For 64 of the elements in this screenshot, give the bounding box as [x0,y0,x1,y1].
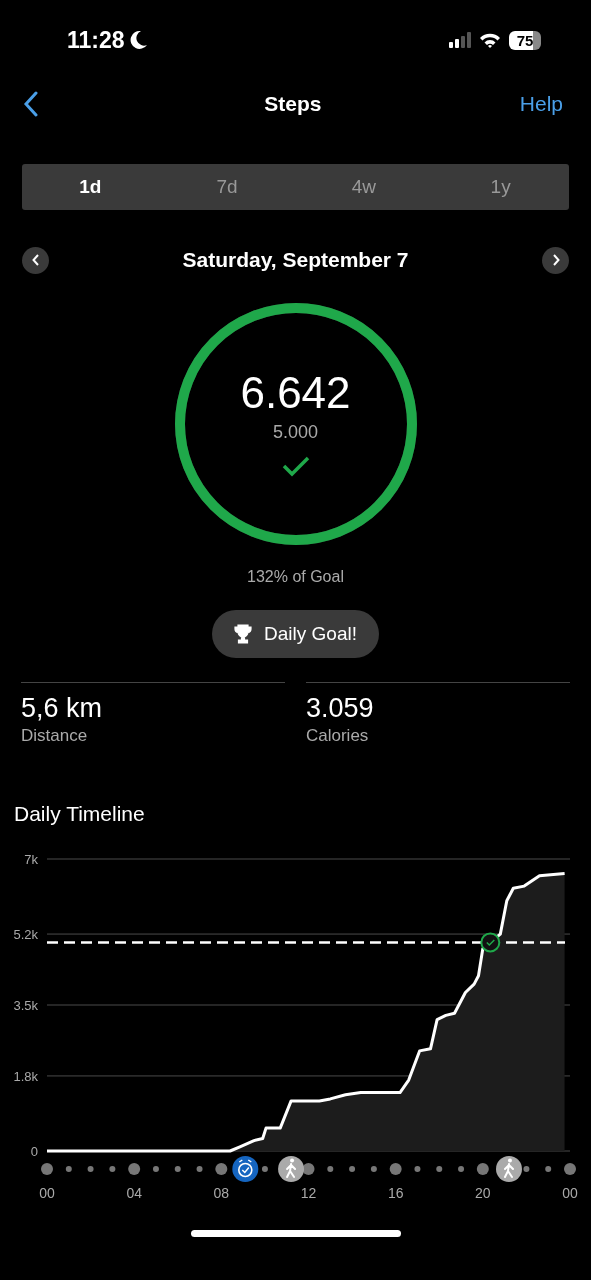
stat-value: 3.059 [306,693,375,724]
axis-label: 5.2k [13,927,38,943]
hour-dot [196,1166,203,1172]
hour-dot [261,1166,268,1172]
axis-label: 0 [30,1144,38,1159]
hour-dot [349,1166,356,1172]
signal-icon [449,32,471,48]
hour-dot [389,1163,402,1175]
daily-goal-button[interactable]: Daily Goal! [212,610,379,658]
timer-icon[interactable] [232,1156,259,1182]
wifi-icon [479,32,501,48]
axis-label: 1.8k [13,1068,38,1084]
back-chevron-icon [22,91,40,117]
axis-label: 7k [24,852,38,867]
hour-dot [476,1163,489,1175]
stat-value: 5,6 km [21,693,104,724]
next-day-button[interactable] [542,246,569,274]
hour-dot [128,1163,141,1175]
walking-icon[interactable] [278,1156,305,1182]
axis-label: 00 [562,1185,578,1201]
step-count: 6.642 [240,367,351,418]
battery-icon: 75 [509,30,541,50]
page-title: Steps [263,92,323,116]
hour-dot [174,1166,181,1172]
hour-dot [370,1166,377,1172]
hour-dot [564,1163,576,1175]
walking-icon[interactable] [496,1156,522,1182]
step-goal: 5.000 [272,421,318,443]
stat-label: Distance [21,726,89,746]
hour-dot [215,1163,228,1175]
hour-dot [458,1166,465,1172]
date-label: Saturday, September 7 [181,248,410,272]
hour-dot [545,1166,552,1172]
trophy-icon [234,624,253,644]
hour-dot [523,1166,530,1172]
hour-dot [41,1163,53,1175]
axis-label: 04 [126,1185,142,1201]
axis-label: 16 [387,1185,404,1201]
clock-time: 11:28 [67,26,125,54]
axis-label: 08 [213,1185,230,1201]
hour-dot [414,1166,421,1172]
axis-label: 3.5k [13,998,38,1013]
help-link[interactable]: Help [519,92,563,116]
period-tab[interactable]: 7d [158,164,296,210]
hour-dot [436,1166,443,1172]
hour-dot [87,1166,94,1172]
axis-label: 00 [39,1185,55,1201]
axis-label: 20 [475,1185,491,1201]
stat-label: Calories [306,726,370,746]
axis-label: 12 [300,1185,317,1201]
period-tab[interactable]: 1d [22,164,159,210]
section-title: Daily Timeline [14,802,146,826]
hour-dot [302,1163,315,1175]
hour-dot [152,1166,159,1172]
chevron-left-icon [31,254,40,266]
hour-dot [109,1166,116,1172]
hour-dot [327,1166,334,1172]
moon-icon [129,30,148,50]
chevron-right-icon [551,254,560,266]
period-tab[interactable]: 4w [295,164,433,210]
hour-dot [65,1166,72,1172]
period-tab[interactable]: 1y [432,164,569,210]
goal-percentage: 132% of Goal [247,568,344,586]
previous-day-button[interactable] [22,246,49,274]
